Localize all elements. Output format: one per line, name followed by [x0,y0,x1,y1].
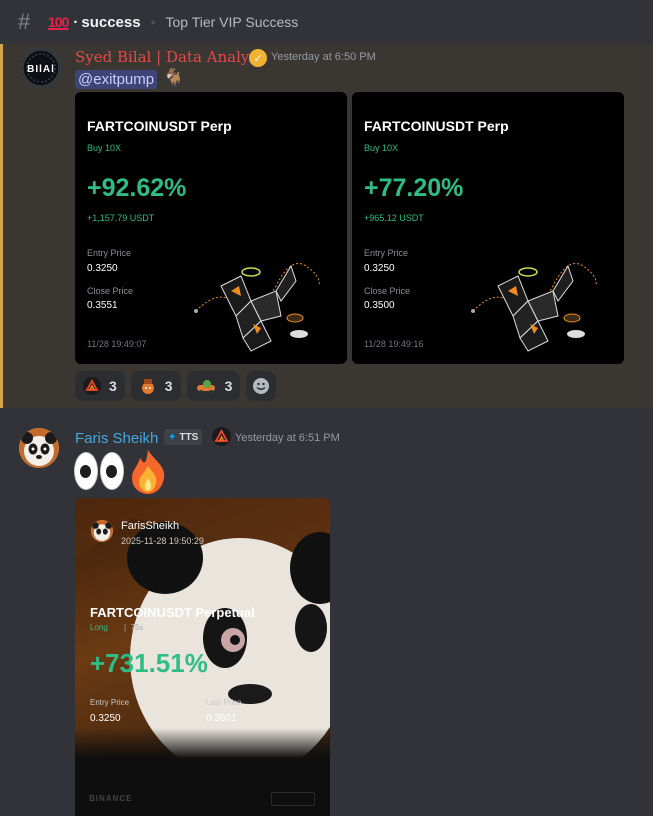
trade-card-image[interactable]: FARTCOINUSDT Perp Buy 10X +92.62% +1,157… [75,92,347,364]
panda-avatar-icon [91,520,113,542]
pnl-user-avatar [91,520,113,542]
card-entry-label: Entry Price [364,248,409,258]
binance-logo: BINANCE [89,794,133,803]
smiley-add-icon [253,378,270,394]
red-logo-icon [83,377,101,395]
card-title: FARTCOINUSDT Perp [87,118,232,134]
pnl-entry-label: Entry Price [90,698,130,707]
fire-emoji-icon [132,450,165,494]
red-logo-icon [212,427,231,446]
message-highlighted: BIlAl Syed Bilal | Data Analyst ✓ Yester… [0,44,653,408]
pnl-last-value: 0.3601 [206,713,237,724]
reaction-button[interactable]: 3 [75,371,125,401]
add-reaction-button[interactable] [246,371,277,401]
channel-header: # 100 · success • Top Tier VIP Success [0,0,653,44]
hash-icon: # [18,9,31,34]
pnl-side: Long [90,623,108,632]
hundred-emoji-icon: 100 [48,14,69,30]
server-tag[interactable]: ✦ TTS [164,429,203,445]
pepe-car-icon [196,380,215,394]
card-side: Buy 10X [87,143,122,153]
diamond-icon: ✦ [168,431,177,443]
avatar[interactable]: BIlAl [21,48,61,88]
card-close-value: 0.3500 [364,300,395,311]
jumbo-emoji-row [74,448,170,494]
card-close-value: 0.3551 [87,300,118,311]
pnl-leverage-value: 75x [130,623,144,632]
mascot-artwork-icon [471,263,597,352]
pnl-entry-value: 0.3250 [90,713,121,724]
qr-badge-icon [271,792,315,806]
card-entry-label: Entry Price [87,248,132,258]
card-pnl-percent: +92.62% [87,174,187,202]
channel-name: · success [73,14,140,31]
reaction-button[interactable]: 3 [130,371,181,401]
username[interactable]: Faris Sheikh [75,430,158,447]
reaction-count: 3 [224,378,233,394]
card-pnl-usdt: +1,157.79 USDT [87,213,155,223]
character-icon [141,379,154,394]
eyes-emoji-icon [100,452,124,490]
header-divider: • [150,14,156,30]
pnl-user-name: FarisSheikh [121,520,180,532]
pnl-card-image[interactable]: FarisSheikh 2025-11-28 19:50:29 FARTCOIN… [75,498,330,816]
card-pnl-usdt: +965.12 USDT [364,213,424,223]
card-close-label: Close Price [364,286,411,296]
bilal-logo-icon: BIlAl [22,49,60,87]
reactions-bar: 3 3 3 [75,371,277,401]
svg-text:BIlAl: BIlAl [27,64,55,75]
pnl-leverage: | 75x [124,623,144,632]
timestamp: Yesterday at 6:51 PM [235,432,340,444]
user-mention[interactable]: @exitpump [75,70,158,89]
avatar[interactable] [19,428,59,468]
pnl-datetime: 2025-11-28 19:50:29 [121,536,204,546]
reaction-button[interactable]: 3 [186,371,241,401]
dot-icon: · [73,13,79,31]
card-entry-value: 0.3250 [87,263,118,274]
mascot-artwork-icon [194,263,320,352]
card-date: 11/28 19:49:16 [364,339,424,349]
verified-badge-icon: ✓ [249,49,267,67]
channel-topic[interactable]: Top Tier VIP Success [165,14,298,30]
reaction-count: 3 [109,378,117,394]
reaction-count: 3 [164,378,173,394]
trade-card-image[interactable]: FARTCOINUSDT Perp Buy 10X +77.20% +965.1… [352,92,624,364]
username[interactable]: Syed Bilal | Data Analyst [75,48,263,66]
channel-name-text: success [81,13,141,31]
card-close-label: Close Price [87,286,134,296]
pnl-last-label: Last Price [206,698,242,707]
eyes-emoji-icon [74,452,98,490]
card-pnl-percent: +77.20% [364,174,464,202]
server-tag-label: TTS [179,431,199,443]
goat-emoji-icon: 🐐 [163,68,185,87]
card-entry-value: 0.3250 [364,263,395,274]
panda-avatar-icon [19,428,59,468]
card-date: 11/28 19:49:07 [87,339,147,349]
card-title: FARTCOINUSDT Perp [364,118,509,134]
card-side: Buy 10X [364,143,399,153]
timestamp: Yesterday at 6:50 PM [271,51,376,63]
pnl-percent: +731.51% [90,648,208,678]
pnl-title: FARTCOINUSDT Perpetual [90,605,255,620]
